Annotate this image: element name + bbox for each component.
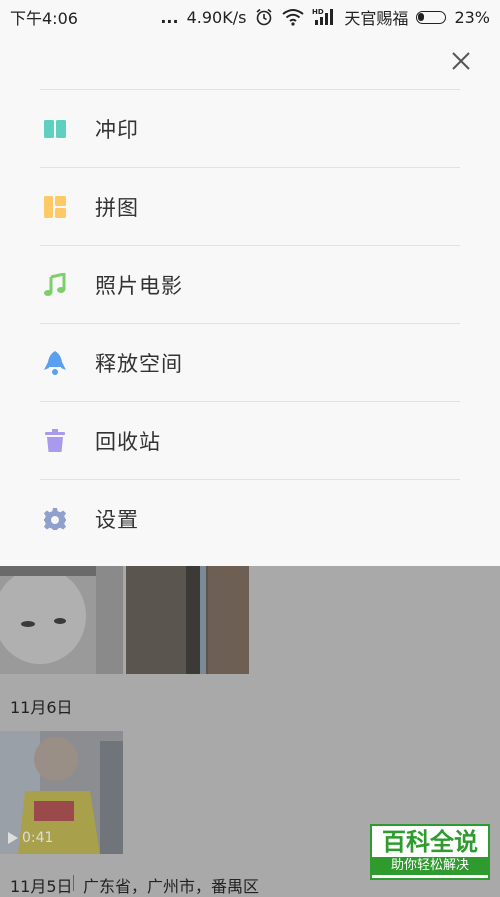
menu-item-print[interactable]: 冲印 bbox=[40, 89, 460, 167]
photo-thumbnail[interactable] bbox=[126, 566, 249, 674]
watermark-subtitle: 助你轻松解决 bbox=[372, 857, 488, 875]
hd-signal-icon: HD bbox=[312, 8, 334, 25]
alarm-icon bbox=[256, 8, 272, 26]
menu-item-label: 拼图 bbox=[95, 195, 139, 220]
watermark-title: 百科全说 bbox=[382, 828, 478, 856]
collage-icon bbox=[41, 193, 69, 221]
group-location[interactable]: 广东省，广州市，番禺区 bbox=[83, 873, 259, 897]
gear-icon bbox=[41, 505, 69, 533]
video-duration: 0:41 bbox=[8, 830, 53, 846]
photo-thumbnail[interactable] bbox=[0, 566, 123, 674]
play-icon bbox=[8, 832, 18, 844]
svg-text:HD: HD bbox=[312, 8, 324, 16]
group-date: 11月6日 bbox=[10, 698, 73, 717]
carrier-name: 天官赐福 bbox=[344, 9, 409, 28]
close-icon[interactable] bbox=[450, 50, 472, 72]
menu-item-label: 冲印 bbox=[95, 117, 139, 142]
status-bar: 下午4:06 ... 4.90K/s HD 天官赐福 23% bbox=[0, 0, 500, 34]
status-right: ... 4.90K/s HD 天官赐福 23% bbox=[160, 5, 490, 29]
watermark-logo: 百科全说 助你轻松解决 bbox=[370, 824, 490, 880]
menu-item-settings[interactable]: 设置 bbox=[40, 479, 460, 557]
menu-item-free-space[interactable]: 释放空间 bbox=[40, 323, 460, 401]
menu-item-label: 释放空间 bbox=[95, 351, 183, 376]
menu-item-label: 设置 bbox=[95, 507, 139, 532]
rocket-icon bbox=[41, 349, 69, 377]
wifi-icon bbox=[282, 9, 305, 26]
battery-icon bbox=[416, 10, 447, 24]
status-dots: ... bbox=[160, 7, 179, 27]
trash-icon bbox=[41, 427, 69, 455]
menu-item-label: 回收站 bbox=[95, 429, 161, 454]
print-icon bbox=[41, 115, 69, 143]
menu-item-label: 照片电影 bbox=[95, 273, 183, 298]
group-date: 11月5日 bbox=[10, 877, 73, 896]
menu-item-recycle-bin[interactable]: 回收站 bbox=[40, 401, 460, 479]
video-thumbnail[interactable]: 0:41 bbox=[0, 731, 123, 854]
menu-list: 冲印 拼图 照片电影 释放空间 回收站 设置 bbox=[40, 89, 460, 557]
status-time: 下午4:06 bbox=[10, 9, 78, 28]
music-note-icon bbox=[41, 271, 69, 299]
menu-item-photo-movie[interactable]: 照片电影 bbox=[40, 245, 460, 323]
network-speed: 4.90K/s bbox=[186, 7, 247, 27]
menu-item-collage[interactable]: 拼图 bbox=[40, 167, 460, 245]
battery-percent: 23% bbox=[454, 7, 490, 27]
menu-panel: 冲印 拼图 照片电影 释放空间 回收站 设置 bbox=[0, 34, 500, 566]
